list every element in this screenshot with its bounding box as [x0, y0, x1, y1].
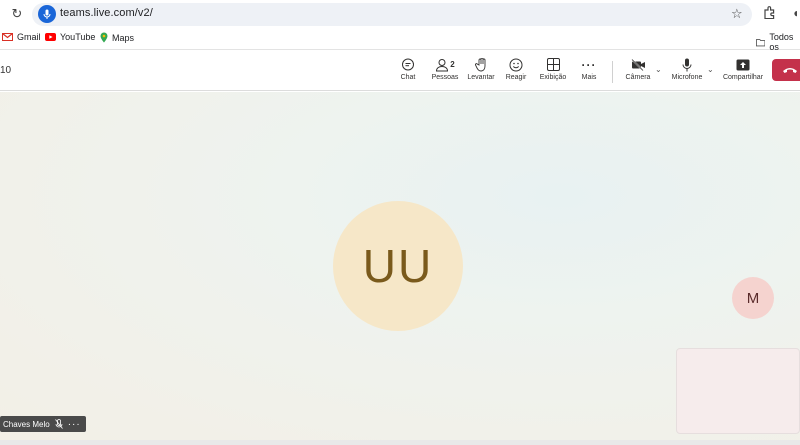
more-label: Mais: [581, 74, 597, 81]
camera-off-icon: [630, 58, 645, 71]
camera-button[interactable]: Câmera: [624, 57, 652, 81]
gmail-icon: [2, 33, 13, 41]
self-initial: M: [746, 289, 760, 307]
hand-icon: [474, 57, 485, 71]
extensions-icon[interactable]: [763, 6, 776, 22]
chat-button[interactable]: Chat: [398, 57, 418, 81]
toolbar-divider: [612, 61, 613, 83]
microphone-options-chevron-icon[interactable]: ⌄: [707, 65, 714, 74]
url-text: teams.live.com/v2/: [60, 7, 153, 19]
share-label: Compartilhar: [722, 74, 764, 81]
bookmark-star-icon[interactable]: ☆: [731, 6, 743, 22]
emoji-icon: [509, 58, 523, 71]
react-button[interactable]: Reagir: [505, 57, 527, 81]
camera-label: Câmera: [625, 74, 651, 81]
share-button[interactable]: Compartilhar: [722, 57, 764, 81]
camera-options-chevron-icon[interactable]: ⌄: [655, 65, 662, 74]
meeting-stage: UU Chaves Melo ···: [0, 92, 800, 440]
leave-call-button[interactable]: [772, 59, 800, 81]
name-tag-more-icon[interactable]: ···: [68, 419, 81, 430]
maps-pin-icon: [100, 32, 108, 43]
hang-up-icon: [783, 68, 797, 73]
view-button[interactable]: Exibição: [539, 57, 567, 81]
participant-name: Chaves Melo: [3, 419, 50, 429]
browser-address-row: ↻ teams.live.com/v2/ ☆ ◖: [0, 0, 800, 28]
bookmark-label: YouTube: [60, 32, 96, 42]
bottom-strip: [0, 440, 800, 445]
chat-label: Chat: [400, 74, 416, 81]
people-count: 2: [450, 60, 455, 69]
participant-avatar[interactable]: UU: [333, 201, 463, 331]
microphone-label: Microfone: [671, 74, 703, 81]
more-dots-icon: ···: [581, 57, 597, 72]
react-label: Reagir: [505, 74, 527, 81]
bookmark-maps[interactable]: Maps: [100, 32, 134, 43]
meeting-timer: 10: [0, 65, 12, 76]
self-view-tile[interactable]: [676, 348, 800, 434]
folder-icon: [756, 38, 766, 46]
meeting-toolbar: 10 Chat 2 Pessoas Levantar Reagir Exibiç…: [0, 51, 800, 91]
reload-icon[interactable]: ↻: [10, 7, 24, 21]
microphone-icon: [682, 58, 692, 71]
muted-mic-icon: [54, 419, 63, 429]
bookmarks-bar: Gmail YouTube Maps Todos os: [0, 28, 800, 52]
all-bookmarks-label: Todos os: [769, 32, 794, 52]
share-screen-icon: [736, 59, 750, 70]
participant-initials: UU: [362, 240, 434, 292]
all-bookmarks[interactable]: Todos os: [756, 32, 800, 52]
raise-label: Levantar: [467, 74, 495, 81]
grid-view-icon: [546, 58, 560, 71]
bookmark-label: Gmail: [17, 32, 41, 42]
people-icon: [436, 58, 449, 71]
self-avatar: M: [732, 277, 774, 319]
chat-icon: [402, 58, 414, 70]
site-permission-icon[interactable]: [38, 5, 56, 23]
people-label: Pessoas: [431, 74, 459, 81]
profile-icon[interactable]: ◖: [792, 6, 799, 20]
microphone-button[interactable]: Microfone: [669, 57, 705, 81]
more-button[interactable]: ··· Mais: [580, 57, 598, 82]
youtube-icon: [45, 33, 56, 41]
view-label: Exibição: [539, 74, 567, 81]
bookmark-gmail[interactable]: Gmail: [2, 32, 41, 42]
bookmark-label: Maps: [112, 32, 135, 43]
bookmark-youtube[interactable]: YouTube: [45, 32, 95, 42]
people-button[interactable]: 2 Pessoas: [430, 57, 460, 81]
participant-name-tag: Chaves Melo ···: [0, 416, 86, 432]
raise-hand-button[interactable]: Levantar: [466, 57, 496, 81]
